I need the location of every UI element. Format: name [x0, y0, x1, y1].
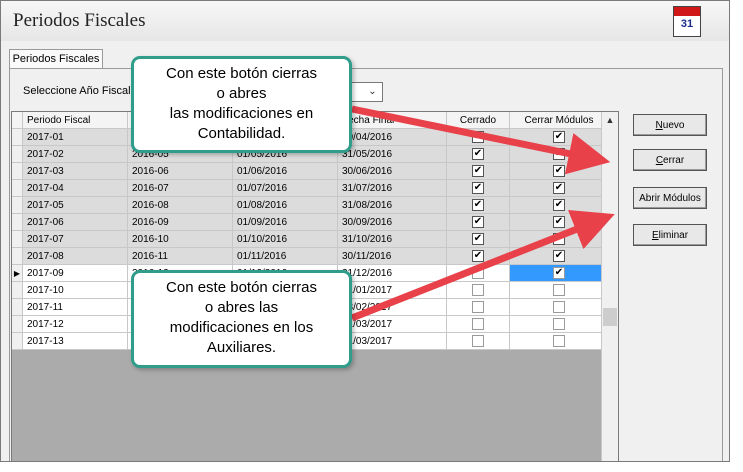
- callout-contabilidad: Con este botón cierras o abres las modif…: [131, 56, 352, 153]
- arrow-to-cerrar: [351, 105, 611, 175]
- callout-auxiliares: Con este botón cierras o abres las modif…: [131, 270, 352, 368]
- arrow-to-abrir-modulos: [350, 210, 615, 322]
- annotation-arrows: [350, 105, 615, 322]
